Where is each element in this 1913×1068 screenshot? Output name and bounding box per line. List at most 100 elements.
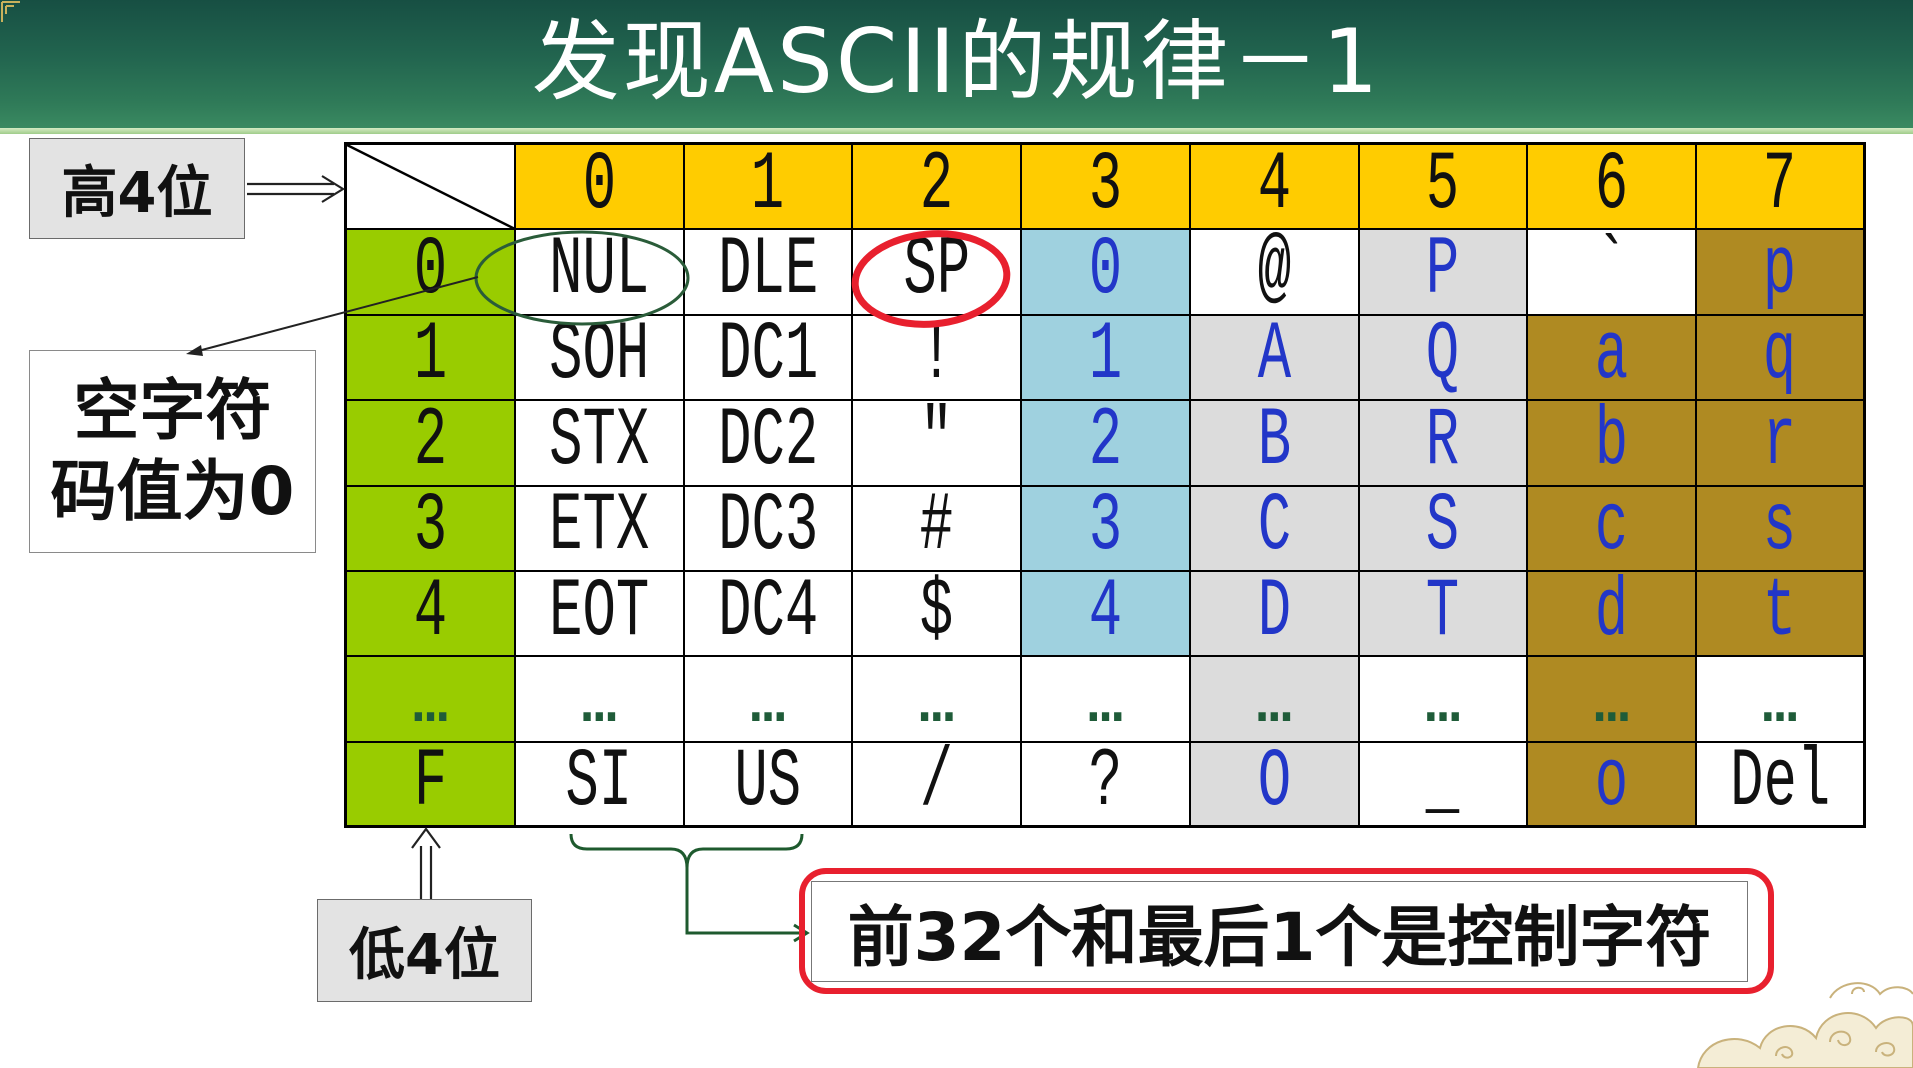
cell-text: s: [1763, 486, 1797, 572]
cell-text: T: [1426, 571, 1460, 658]
row-header-1: 1: [347, 315, 516, 402]
cell-text: NUL: [548, 230, 650, 316]
cell-text: c: [1594, 486, 1629, 572]
table-cell: c: [1528, 486, 1697, 572]
cell-text: US: [734, 742, 802, 828]
table-cell: …: [1359, 657, 1529, 743]
cell-text: 2: [919, 145, 954, 231]
cell-text: 4: [1257, 145, 1291, 231]
row-header-4: 4: [347, 571, 516, 658]
table-cell: $: [853, 571, 1022, 658]
table-cell: 0: [1022, 230, 1191, 316]
cell-text: …: [581, 673, 617, 739]
table-cell: @: [1190, 230, 1360, 316]
cell-text: DC3: [717, 486, 818, 572]
cell-text: DC1: [717, 315, 818, 402]
table-cell: EOT: [515, 571, 685, 658]
cell-text: SI: [565, 742, 633, 828]
table-cell: ETX: [515, 486, 685, 572]
cell-text: STX: [548, 401, 650, 487]
cell-text: 0: [582, 145, 616, 231]
table-cell: ?: [1022, 742, 1191, 828]
cell-text: a: [1594, 315, 1629, 402]
table-cell: q: [1697, 315, 1866, 402]
title-band-rule: [0, 128, 1913, 134]
row-header-0: 0: [347, 230, 516, 316]
cell-text: @: [1257, 230, 1291, 316]
cell-text: …: [1087, 673, 1123, 739]
null-char-note-line-1: 空字符: [73, 371, 272, 449]
cell-text: 7: [1763, 145, 1797, 231]
cell-text: _: [1426, 742, 1460, 828]
cell-text: …: [1594, 673, 1630, 739]
slide: 发现ASCII的规律－1 0 1 2 3 4 5 6 7 0 NUL DLE SP 0 @ P ` p 1 SOH D…: [0, 0, 1913, 1068]
table-cell: DLE: [684, 230, 854, 316]
low-bits-arrow: [411, 827, 441, 899]
row-header-ellipsis: …: [347, 657, 516, 743]
table-corner-cell: [347, 145, 516, 231]
table-cell: _: [1359, 742, 1529, 828]
table-cell: C: [1190, 486, 1360, 572]
cell-text: SOH: [548, 315, 650, 402]
cell-text: /: [919, 742, 954, 828]
table-cell: DC4: [684, 571, 854, 658]
cell-text: p: [1763, 230, 1797, 316]
cell-text: ETX: [548, 486, 650, 572]
table-cell: T: [1359, 571, 1529, 658]
table-cell: r: [1697, 401, 1866, 487]
column-header-1: 1: [684, 145, 854, 231]
table-cell: …: [1190, 657, 1360, 743]
cell-text: O: [1257, 742, 1291, 828]
cell-text: F: [413, 742, 448, 828]
corner-diagonal-line: [347, 145, 514, 228]
table-cell: 4: [1022, 571, 1191, 658]
cell-text: 2: [413, 401, 448, 487]
table-cell: O: [1190, 742, 1360, 828]
cell-text: 0: [413, 230, 448, 316]
cell-text: $: [919, 571, 954, 658]
control-char-brace: [569, 833, 810, 943]
cell-text: o: [1594, 742, 1629, 828]
low-bits-label: 低4位: [317, 899, 532, 1002]
null-char-note-line-2: 码值为0: [50, 452, 295, 530]
cell-text: t: [1763, 571, 1797, 658]
table-cell: 1: [1022, 315, 1191, 402]
table-cell: SI: [515, 742, 685, 828]
table-cell: SP: [853, 230, 1022, 316]
table-cell: DC2: [684, 401, 854, 487]
table-cell: STX: [515, 401, 685, 487]
slide-title: 发现ASCII的规律－1: [531, 10, 1382, 113]
table-cell: A: [1190, 315, 1360, 402]
table-cell: B: [1190, 401, 1360, 487]
column-header-7: 7: [1697, 145, 1866, 231]
table-cell: b: [1528, 401, 1697, 487]
cell-text: …: [412, 673, 448, 739]
column-header-0: 0: [515, 145, 685, 231]
table-cell: …: [1528, 657, 1697, 743]
table-cell: Del: [1697, 742, 1866, 828]
cell-text: 1: [1088, 315, 1123, 402]
table-cell: s: [1697, 486, 1866, 572]
cell-text: 2: [1088, 401, 1123, 487]
table-cell: o: [1528, 742, 1697, 828]
table-cell: 2: [1022, 401, 1191, 487]
table-cell: R: [1359, 401, 1529, 487]
cell-text: #: [919, 486, 954, 572]
table-cell: D: [1190, 571, 1360, 658]
cell-text: …: [919, 673, 955, 739]
table-cell: !: [853, 315, 1022, 402]
cell-text: DLE: [717, 230, 818, 316]
table-cell: …: [515, 657, 685, 743]
cell-text: 3: [1088, 145, 1123, 231]
table-cell: 3: [1022, 486, 1191, 572]
table-cell: /: [853, 742, 1022, 828]
table-cell: …: [1022, 657, 1191, 743]
cell-text: 4: [1088, 571, 1123, 658]
column-header-5: 5: [1359, 145, 1529, 231]
table-cell: a: [1528, 315, 1697, 402]
cell-text: …: [1425, 673, 1461, 739]
row-header-2: 2: [347, 401, 516, 487]
cell-text: Del: [1729, 742, 1830, 828]
cell-text: `: [1594, 230, 1629, 316]
cell-text: S: [1426, 486, 1460, 572]
